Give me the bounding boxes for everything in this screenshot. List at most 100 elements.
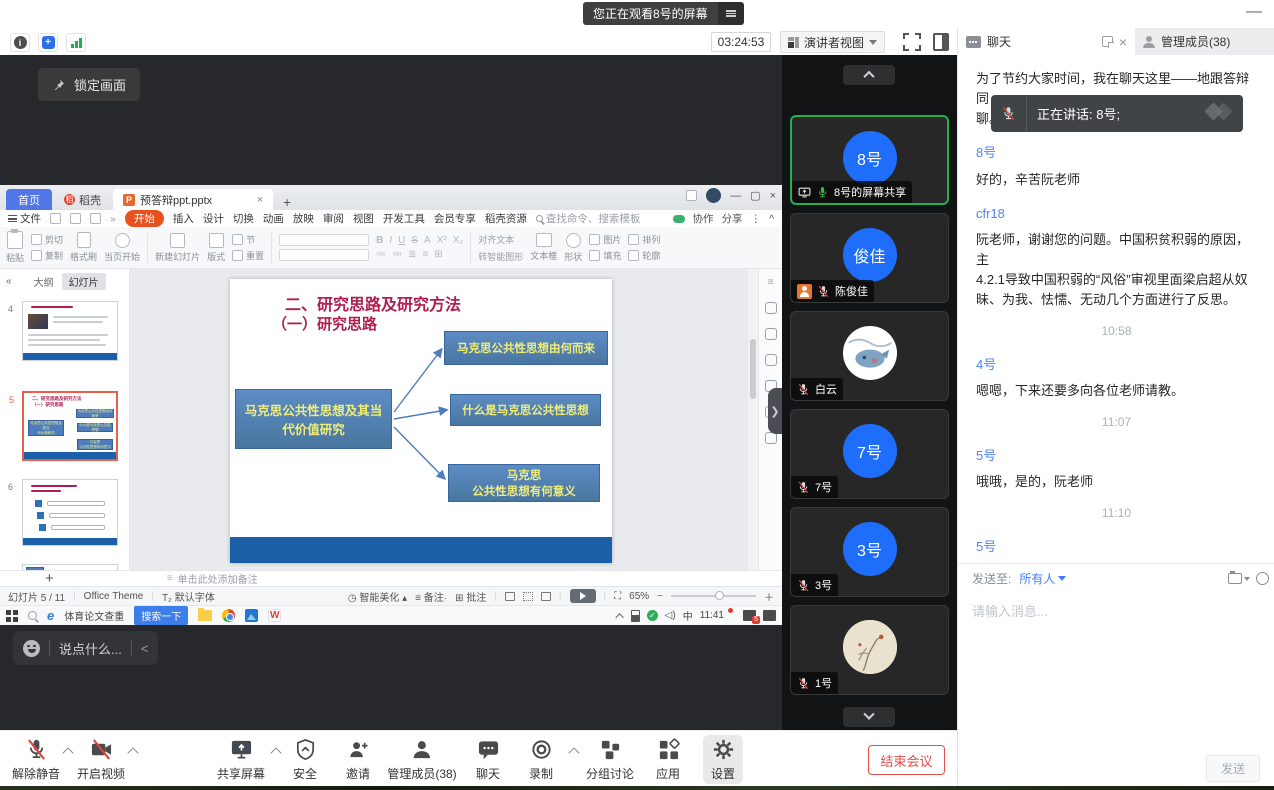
notes-toggle[interactable]: ≡ 备注· [415, 589, 447, 604]
minimize-button[interactable]: — [1246, 2, 1262, 22]
textbox-button[interactable]: 文本框 [530, 233, 557, 262]
slide-branch-box-2[interactable]: 什么是马克思公共性思想 [450, 394, 601, 426]
participant-tile-7号[interactable]: 7号7号 [790, 409, 949, 499]
menu-member[interactable]: 会员专享 [434, 211, 476, 226]
subscript-button[interactable]: X₂ [453, 235, 464, 246]
fullscreen-icon[interactable] [903, 33, 921, 51]
print-icon[interactable] [70, 213, 81, 224]
save-icon[interactable] [50, 213, 61, 224]
chrome-icon[interactable] [222, 609, 235, 622]
unmute-button[interactable]: 解除静音 [12, 737, 60, 782]
tab-slides[interactable]: 幻灯片 [62, 273, 106, 290]
font-color-button[interactable]: A [424, 235, 431, 246]
wps-close[interactable]: × [770, 190, 776, 202]
start-video-button[interactable]: 开启视频 [77, 737, 125, 782]
slide-thumbnail-6[interactable]: 6 [22, 479, 118, 546]
underline-button[interactable]: U [398, 235, 405, 246]
participant-tile-陈俊佳[interactable]: 俊佳陈俊佳 [790, 213, 949, 303]
wps-maximize[interactable]: ▢ [750, 189, 760, 202]
tab-manage-members[interactable]: 管理成员(38) [1135, 28, 1274, 55]
cut-button[interactable]: 剪切 [31, 233, 63, 246]
video-strip-collapse-handle[interactable]: ❯ [768, 388, 782, 434]
record-button[interactable]: 录制 [529, 737, 553, 782]
quick-chat-bar[interactable]: 说点什么... < [13, 631, 158, 665]
share-screen-button[interactable]: 共享屏幕 [217, 737, 265, 782]
chevron-up-icon[interactable] [127, 747, 138, 758]
more-menu-icon[interactable]: ⋮ [751, 213, 762, 225]
arrange-button[interactable]: 排列 [628, 233, 660, 246]
menu-animation[interactable]: 动画 [263, 211, 284, 226]
zoom-in-button[interactable]: ＋ [764, 589, 774, 604]
tray-expand-icon[interactable] [615, 613, 623, 621]
network-signal-icon[interactable] [66, 33, 86, 52]
menu-insert[interactable]: 插入 [173, 211, 194, 226]
ime-indicator[interactable]: 中 [683, 608, 693, 623]
format-painter-button[interactable]: 格式刷 [70, 232, 97, 263]
participant-tile-1号[interactable]: 1号 [790, 605, 949, 695]
wps-taskbar-icon[interactable]: W [268, 609, 281, 622]
layout-button[interactable]: 版式 [207, 233, 225, 263]
chevron-up-icon[interactable] [568, 747, 579, 758]
panel-icon[interactable] [765, 302, 777, 314]
normal-view-icon[interactable] [505, 592, 515, 601]
participant-tile-8号[interactable]: 8号8号的屏幕共享 [790, 115, 949, 205]
collapse-panel-icon[interactable]: « [6, 276, 12, 287]
reading-view-icon[interactable] [541, 592, 551, 601]
preview-icon[interactable] [90, 213, 101, 224]
slide-center-box[interactable]: 马克思公共性思想及其当 代价值研究 [235, 389, 392, 449]
close-panel-icon[interactable]: × [1119, 36, 1127, 48]
menu-design[interactable]: 设计 [203, 211, 224, 226]
wps-account-avatar[interactable] [706, 188, 721, 203]
popout-panel-icon[interactable] [1102, 36, 1113, 47]
sidebar-icon[interactable] [686, 190, 697, 201]
sorter-view-icon[interactable] [523, 592, 533, 601]
menu-review[interactable]: 审阅 [323, 211, 344, 226]
quick-chat-placeholder[interactable]: 说点什么... [59, 639, 122, 658]
active-taskbar-button[interactable]: 搜索一下 [134, 606, 188, 625]
reset-button[interactable]: 重置 [232, 249, 264, 262]
strikethrough-button[interactable]: S [411, 235, 418, 246]
taskbar-search-icon[interactable] [28, 611, 37, 620]
superscript-button[interactable]: X² [437, 235, 447, 246]
chevron-up-icon[interactable] [270, 747, 281, 758]
collapse-ribbon-icon[interactable]: ^ [769, 213, 774, 225]
command-search[interactable]: 查找命令、搜索模板 [536, 211, 641, 226]
menu-docer-res[interactable]: 稻壳资源 [485, 211, 527, 226]
participant-tile-白云[interactable]: 白云 [790, 311, 949, 401]
copy-button[interactable]: 复制 [31, 249, 63, 262]
italic-button[interactable]: I [389, 235, 392, 246]
slide-thumbnail-4[interactable]: 4 [22, 301, 118, 361]
close-tab-icon[interactable]: × [257, 194, 263, 206]
cloud-sync-icon[interactable] [673, 215, 685, 223]
invite-button[interactable]: 邀请 [346, 737, 370, 782]
font-family-select[interactable] [279, 234, 369, 246]
send-message-button[interactable]: 发送 [1206, 755, 1260, 782]
meeting-info-icon[interactable]: i [10, 33, 30, 52]
menu-slideshow[interactable]: 放映 [293, 211, 314, 226]
more-quick-icons[interactable]: » [110, 213, 116, 225]
zoom-slider[interactable] [671, 595, 756, 597]
panel-icon[interactable] [765, 354, 777, 366]
canvas-scrollbar[interactable] [748, 269, 758, 570]
emoji-icon[interactable] [23, 640, 40, 657]
picture-button[interactable]: 图片 [589, 233, 621, 246]
menu-devtools[interactable]: 开发工具 [383, 211, 425, 226]
notification-icon[interactable] [743, 610, 756, 621]
emoji-picker-icon[interactable] [1256, 572, 1269, 585]
outline-button[interactable]: 轮廓 [628, 249, 660, 262]
paste-button[interactable]: 粘贴 [6, 231, 24, 264]
security-button[interactable]: 安全 [293, 737, 317, 782]
collaborate-button[interactable]: 协作 [693, 211, 714, 226]
share-button[interactable]: 分享 [722, 211, 743, 226]
wps-docer-tab[interactable]: 稻稻壳 [52, 189, 113, 210]
comments-toggle[interactable]: ⊞ 批注 [455, 589, 486, 604]
zoom-out-button[interactable]: − [657, 591, 663, 602]
action-center-icon[interactable] [763, 610, 776, 621]
slideshow-play-button[interactable] [570, 589, 596, 603]
play-from-current-button[interactable]: 当页开始 [104, 233, 140, 263]
wps-minimize[interactable]: — [730, 190, 741, 202]
scroll-down-button[interactable] [843, 707, 895, 727]
wps-document-tab[interactable]: P 预答辩ppt.pptx × [113, 189, 273, 210]
zoom-level[interactable]: 65% [629, 591, 649, 602]
notes-bar[interactable]: + ≡单击此处添加备注 [0, 570, 782, 586]
